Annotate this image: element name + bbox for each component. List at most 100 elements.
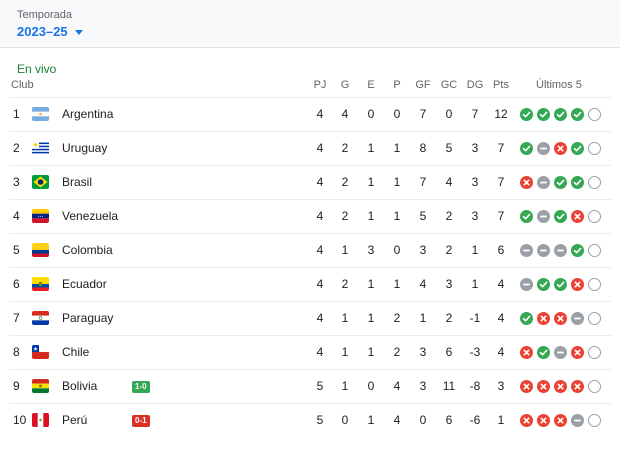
draw-dash-icon[interactable]	[537, 142, 550, 155]
table-row[interactable]: 10 Perú 0-1 5 0 1 4 0 6 -6 1	[9, 403, 611, 437]
loss-x-icon[interactable]	[520, 346, 533, 359]
win-check-icon[interactable]	[554, 210, 567, 223]
loss-x-icon[interactable]	[520, 380, 533, 393]
loss-x-icon[interactable]	[554, 142, 567, 155]
loss-x-icon[interactable]	[554, 380, 567, 393]
draw-dash-icon[interactable]	[571, 312, 584, 325]
last-5-form	[520, 380, 601, 393]
draw-dash-icon[interactable]	[554, 346, 567, 359]
team-name[interactable]: Paraguay	[62, 302, 113, 335]
team-name[interactable]: Chile	[62, 336, 89, 369]
loss-x-icon[interactable]	[571, 380, 584, 393]
table-row[interactable]: 4 Venezuela 4 2 1 1 5 2 3 7	[9, 199, 611, 233]
table-row[interactable]: 1 Argentina 4 4 0 0 7 0 7 12	[9, 97, 611, 131]
last-5-form	[520, 244, 601, 257]
win-check-icon[interactable]	[520, 210, 533, 223]
loss-x-icon[interactable]	[537, 312, 550, 325]
upcoming-empty-icon[interactable]	[588, 346, 601, 359]
team-name[interactable]: Argentina	[62, 98, 113, 131]
table-row[interactable]: 8 Chile 4 1 1 2 3 6 -3 4	[9, 335, 611, 369]
col-p: P	[393, 79, 401, 91]
win-check-icon[interactable]	[571, 244, 584, 257]
position: 8	[13, 345, 20, 359]
col-pts: Pts	[493, 79, 509, 91]
win-check-icon[interactable]	[554, 278, 567, 291]
win-check-icon[interactable]	[571, 108, 584, 121]
loss-x-icon[interactable]	[571, 210, 584, 223]
draw-dash-icon[interactable]	[520, 278, 533, 291]
stat-pts: 3	[497, 379, 505, 393]
win-check-icon[interactable]	[571, 176, 584, 189]
draw-dash-icon[interactable]	[537, 244, 550, 257]
caret-down-icon	[74, 29, 83, 35]
win-check-icon[interactable]	[520, 312, 533, 325]
table-row[interactable]: 2 Uruguay 4 2 1 1 8 5 3 7	[9, 131, 611, 165]
win-check-icon[interactable]	[537, 278, 550, 291]
upcoming-empty-icon[interactable]	[588, 142, 601, 155]
stat-pts: 7	[497, 141, 505, 155]
stat-e: 1	[367, 175, 375, 189]
table-row[interactable]: 9 Bolivia 1-0 5 1 0 4 3 11 -8 3	[9, 369, 611, 403]
upcoming-empty-icon[interactable]	[588, 312, 601, 325]
draw-dash-icon[interactable]	[520, 244, 533, 257]
loss-x-icon[interactable]	[554, 312, 567, 325]
stat-gf: 7	[419, 175, 427, 189]
draw-dash-icon[interactable]	[537, 210, 550, 223]
upcoming-empty-icon[interactable]	[588, 176, 601, 189]
team-name[interactable]: Colombia	[62, 234, 113, 267]
stat-p: 4	[393, 379, 401, 393]
flag-paraguay-icon	[32, 311, 49, 325]
stat-pts: 4	[497, 345, 505, 359]
flag-uruguay-icon	[32, 141, 49, 155]
stat-pts: 4	[497, 277, 505, 291]
win-check-icon[interactable]	[554, 176, 567, 189]
win-check-icon[interactable]	[520, 142, 533, 155]
stat-g: 1	[341, 311, 349, 325]
win-check-icon[interactable]	[537, 108, 550, 121]
upcoming-empty-icon[interactable]	[588, 278, 601, 291]
upcoming-empty-icon[interactable]	[588, 244, 601, 257]
upcoming-empty-icon[interactable]	[588, 210, 601, 223]
team-name[interactable]: Brasil	[62, 166, 92, 199]
season-value: 2023–25	[17, 24, 68, 39]
stat-pj: 4	[316, 209, 324, 223]
team-name[interactable]: Venezuela	[62, 200, 118, 233]
table-row[interactable]: 5 Colombia 4 1 3 0 3 2 1 6	[9, 233, 611, 267]
win-check-icon[interactable]	[520, 108, 533, 121]
draw-dash-icon[interactable]	[571, 414, 584, 427]
loss-x-icon[interactable]	[537, 414, 550, 427]
stat-g: 1	[341, 243, 349, 257]
col-gc: GC	[440, 79, 458, 91]
loss-x-icon[interactable]	[571, 346, 584, 359]
team-name[interactable]: Perú	[62, 404, 87, 437]
stat-dg: 1	[471, 277, 479, 291]
loss-x-icon[interactable]	[520, 176, 533, 189]
stat-pj: 4	[316, 277, 324, 291]
win-check-icon[interactable]	[554, 108, 567, 121]
team-name[interactable]: Ecuador	[62, 268, 107, 301]
season-dropdown[interactable]: 2023–25	[17, 24, 83, 39]
stat-p: 2	[393, 311, 401, 325]
live-score-badge[interactable]: 1-0	[132, 381, 150, 393]
team-name[interactable]: Uruguay	[62, 132, 107, 165]
upcoming-empty-icon[interactable]	[588, 414, 601, 427]
upcoming-empty-icon[interactable]	[588, 380, 601, 393]
season-label: Temporada	[17, 9, 73, 21]
draw-dash-icon[interactable]	[537, 176, 550, 189]
table-row[interactable]: 3 Brasil 4 2 1 1 7 4 3 7	[9, 165, 611, 199]
win-check-icon[interactable]	[571, 142, 584, 155]
draw-dash-icon[interactable]	[554, 244, 567, 257]
stat-dg: -1	[469, 311, 481, 325]
team-name[interactable]: Bolivia	[62, 370, 97, 403]
upcoming-empty-icon[interactable]	[588, 108, 601, 121]
win-check-icon[interactable]	[537, 346, 550, 359]
live-score-badge[interactable]: 0-1	[132, 415, 150, 427]
stat-e: 0	[367, 379, 375, 393]
loss-x-icon[interactable]	[520, 414, 533, 427]
table-row[interactable]: 6 Ecuador 4 2 1 1 4 3 1 4	[9, 267, 611, 301]
loss-x-icon[interactable]	[571, 278, 584, 291]
loss-x-icon[interactable]	[554, 414, 567, 427]
loss-x-icon[interactable]	[537, 380, 550, 393]
col-gf: GF	[415, 79, 431, 91]
table-row[interactable]: 7 Paraguay 4 1 1 2 1 2 -1 4	[9, 301, 611, 335]
